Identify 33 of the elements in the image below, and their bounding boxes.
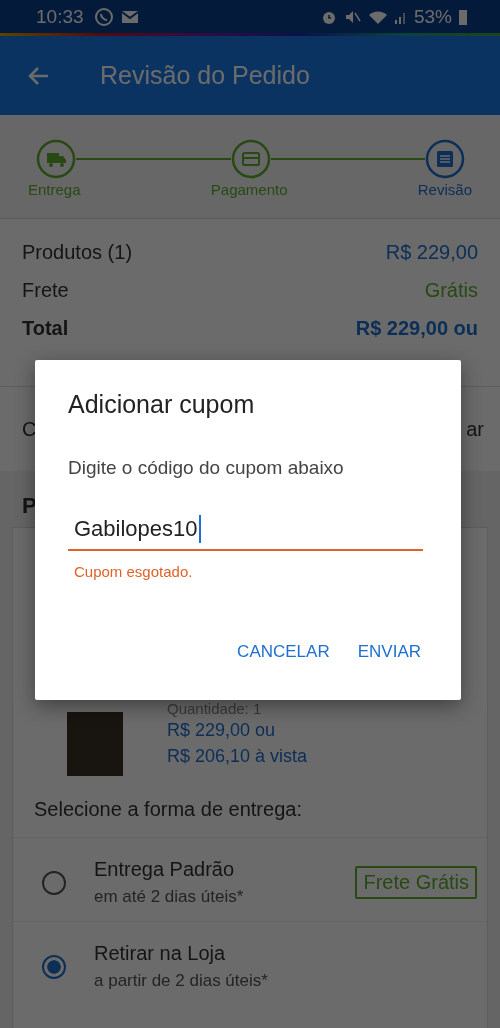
option-name: Retirar na Loja (94, 942, 227, 965)
dialog-button[interactable]: CANCELAR (229, 636, 338, 668)
dialog-message: Digite o código do cupom abaixo (68, 457, 345, 479)
dialog-title: Adicionar cupom (68, 390, 256, 419)
coupon-input-field[interactable]: Gabilopes10 (68, 515, 423, 551)
summary-label: Produtos (1) (22, 240, 133, 264)
radio-button[interactable] (42, 870, 66, 895)
option-name: Entrega Padrão (94, 858, 236, 881)
battery-level: 53% (413, 5, 452, 28)
summary-value: R$ 229,00 ou (355, 316, 478, 340)
battery-icon (458, 7, 468, 26)
chat-icon (93, 6, 114, 27)
step-label: Revisão (417, 181, 472, 198)
shipping-tag: Frete Grátis (355, 866, 477, 899)
coupon-label: C (22, 417, 37, 441)
screen-title: Revisão do Pedido (100, 61, 310, 90)
summary-label: Frete (22, 278, 69, 302)
product-cash-price: R$ 206,10 à vista (167, 746, 308, 768)
dialog-button[interactable]: ENVIAR (349, 636, 429, 668)
step-label: Pagamento (210, 181, 288, 198)
option-time: a partir de 2 dias úteis* (94, 971, 269, 991)
summary-label: Total (22, 316, 69, 340)
product-price: R$ 229,00 ou (167, 720, 277, 742)
section-title: P (21, 493, 38, 520)
coupon-action-link[interactable]: ar (466, 417, 484, 441)
clock-time: 10:33 (36, 5, 84, 28)
summary-value: R$ 229,00 (385, 240, 478, 264)
photo-placeholder (67, 712, 123, 776)
option-time: em até 2 dias úteis* (94, 887, 245, 907)
step-label: Entrega (28, 181, 81, 198)
error-message: Cupom esgotado. (73, 563, 194, 580)
summary-value: Grátis (424, 278, 478, 302)
delivery-heading: Selecione a forma de entrega: (33, 797, 303, 822)
